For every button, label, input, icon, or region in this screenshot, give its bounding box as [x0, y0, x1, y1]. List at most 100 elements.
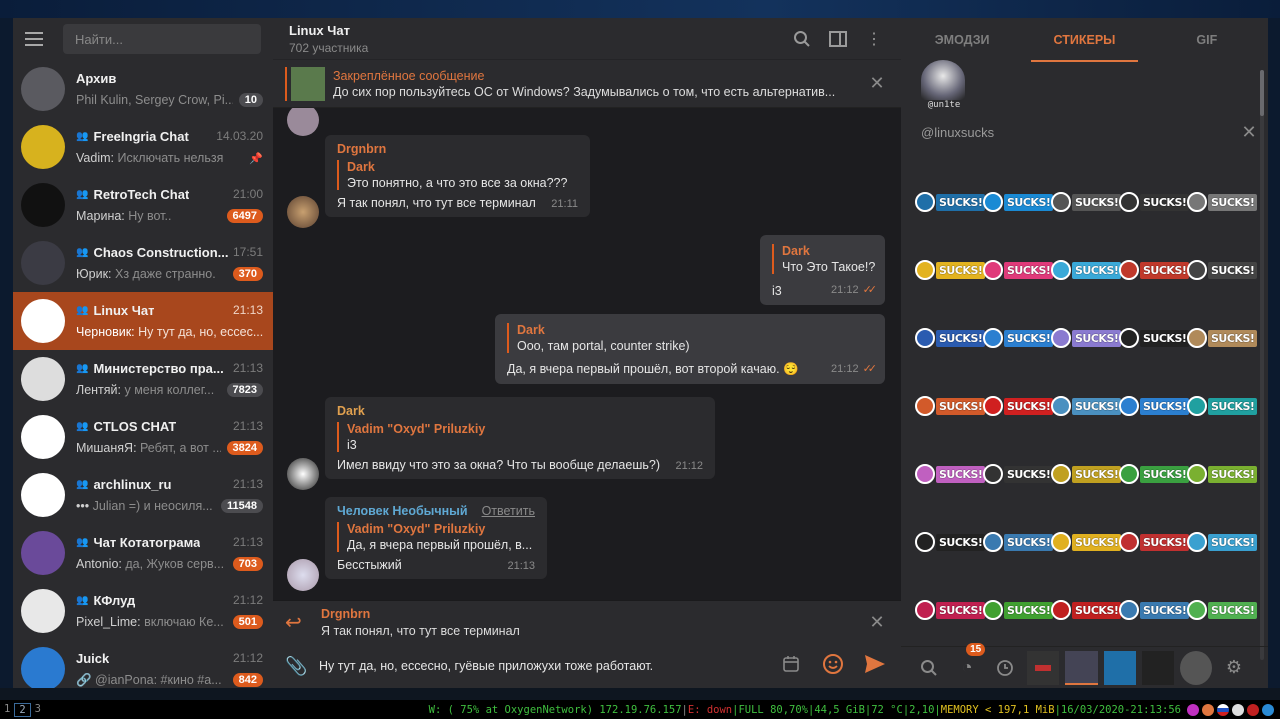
sticker-pack-thumb[interactable]: [1179, 650, 1212, 685]
reply-quote[interactable]: Dark Что Это Такое!?: [772, 244, 875, 274]
avatar[interactable]: [287, 559, 319, 591]
chat-list-item[interactable]: 👥 CTLOS CHAT 21:13 МишаняЯ: Ребят, а вот ..…: [13, 408, 273, 466]
sticker[interactable]: SUCKS!: [1051, 462, 1122, 486]
sticker[interactable]: SUCKS!: [1187, 462, 1258, 486]
chat-list-item[interactable]: 👥 Chaos Construction... 17:51 Юрик: Хз даже…: [13, 234, 273, 292]
message-bubble[interactable]: Dark Что Это Такое!? i3 21:12 ✓✓: [760, 235, 885, 305]
reply-quote[interactable]: Vadim "Oxyd" Priluzkiy i3: [337, 422, 703, 452]
sticker[interactable]: SUCKS!: [1119, 530, 1190, 554]
sticker[interactable]: SUCKS!: [1119, 190, 1190, 214]
sticker[interactable]: SUCKS!: [1187, 190, 1258, 214]
chat-list-item[interactable]: 👥 RetroTech Chat 21:00 Марина: Ну вот.. 6497: [13, 176, 273, 234]
emoji-icon[interactable]: [819, 653, 847, 680]
sticker[interactable]: SUCKS!: [915, 530, 986, 554]
chat-list-item[interactable]: Juick 21:12 🔗 @ianPona: #кино #a... 842: [13, 640, 273, 688]
sticker[interactable]: SUCKS!: [1051, 190, 1122, 214]
chat-list-item[interactable]: 👥 Министерство пра... 21:13 Лентяй: у меня …: [13, 350, 273, 408]
message-bubble[interactable]: Drgnbrn Dark Это понятно, а что это все …: [325, 135, 590, 217]
sticker[interactable]: SUCKS!: [915, 598, 986, 622]
sticker[interactable]: SUCKS!: [915, 394, 986, 418]
chat-title-block[interactable]: Linux Чат 702 участника: [289, 23, 777, 55]
tray-app-icon[interactable]: [1202, 703, 1214, 716]
avatar[interactable]: [287, 108, 319, 136]
sticker-pack-thumb[interactable]: [1141, 650, 1174, 685]
avatar[interactable]: [287, 196, 319, 228]
avatar[interactable]: [287, 458, 319, 490]
sticker[interactable]: @un1te: [921, 60, 967, 110]
sticker[interactable]: SUCKS!: [1187, 326, 1258, 350]
recent-stickers-icon[interactable]: [989, 651, 1021, 685]
message-sender[interactable]: Drgnbrn: [337, 142, 578, 156]
workspace-button[interactable]: 2: [14, 702, 31, 717]
chat-list-item[interactable]: 👥 Чат Котатограма 21:13 Antonio: да, Жуков …: [13, 524, 273, 582]
sticker[interactable]: SUCKS!: [1119, 598, 1190, 622]
tray-app-icon[interactable]: [1262, 703, 1274, 716]
sticker-scrollbar[interactable]: [1260, 70, 1264, 660]
sticker[interactable]: SUCKS!: [1187, 394, 1258, 418]
chat-list-item[interactable]: 👥 FreeIngria Chat 14.03.20 Vadim: Исключать…: [13, 118, 273, 176]
sticker[interactable]: SUCKS!: [1051, 598, 1122, 622]
search-icon[interactable]: [791, 28, 813, 50]
sticker[interactable]: SUCKS!: [983, 530, 1054, 554]
sticker-pack-thumb[interactable]: [1065, 650, 1098, 685]
sidebar-toggle-icon[interactable]: [827, 28, 849, 50]
chat-list-item[interactable]: 👥 Linux Чат 21:13 Черновик: Ну тут да, но, …: [13, 292, 273, 350]
sticker[interactable]: SUCKS!: [983, 462, 1054, 486]
sticker[interactable]: SUCKS!: [915, 258, 986, 282]
sticker[interactable]: SUCKS!: [1119, 394, 1190, 418]
sticker[interactable]: SUCKS!: [983, 394, 1054, 418]
send-icon[interactable]: [861, 654, 889, 679]
tray-app-icon[interactable]: [1187, 703, 1199, 716]
chat-list-item[interactable]: 👥 КФлуд 21:12 Pixel_Lime: включаю Ке... 501: [13, 582, 273, 640]
chat-list-item[interactable]: 👥 archlinux_ru 21:13 ••• Julian =) и неосил…: [13, 466, 273, 524]
reply-quote[interactable]: Dark Это понятно, а что это все за окна?…: [337, 160, 578, 190]
sticker[interactable]: SUCKS!: [915, 190, 986, 214]
sticker[interactable]: SUCKS!: [983, 258, 1054, 282]
attach-icon[interactable]: 📎: [285, 656, 319, 677]
chat-list-item[interactable]: Архив Phil Kulin, Sergey Crow, Pi... 10: [13, 60, 273, 118]
reply-quote[interactable]: Vadim "Oxyd" Priluzkiy Да, я вчера первы…: [337, 522, 535, 552]
sticker-pack-thumb[interactable]: [1103, 650, 1136, 685]
sticker-search-icon[interactable]: [913, 651, 945, 685]
reply-preview-bar[interactable]: ↩ Drgnbrn Я так понял, что тут все терми…: [273, 600, 901, 644]
sticker[interactable]: SUCKS!: [1187, 530, 1258, 554]
sticker[interactable]: SUCKS!: [1051, 394, 1122, 418]
sticker[interactable]: SUCKS!: [983, 326, 1054, 350]
menu-icon[interactable]: [25, 27, 49, 51]
keyboard-layout-icon[interactable]: [1217, 703, 1229, 716]
message-sender[interactable]: Человек Необычный: [337, 504, 468, 518]
sticker[interactable]: SUCKS!: [1051, 326, 1122, 350]
message-input[interactable]: Ну тут да, но, ессесно, гуёвые приложухи…: [319, 659, 763, 673]
sticker[interactable]: SUCKS!: [1119, 462, 1190, 486]
cancel-reply-icon[interactable]: ✕: [865, 612, 889, 633]
sticker[interactable]: SUCKS!: [1119, 326, 1190, 350]
message-bubble[interactable]: Dark Ооо, там portal, counter strike) Да…: [495, 314, 885, 384]
search-input[interactable]: Найти...: [63, 24, 261, 54]
sticker[interactable]: SUCKS!: [1051, 530, 1122, 554]
more-options-icon[interactable]: ⋮: [863, 28, 885, 50]
tray-app-icon[interactable]: [1232, 703, 1244, 716]
sticker[interactable]: SUCKS!: [915, 326, 986, 350]
sticker[interactable]: SUCKS!: [915, 462, 986, 486]
remove-pack-icon[interactable]: ✕: [1237, 122, 1261, 143]
close-pinned-icon[interactable]: ✕: [865, 73, 889, 94]
reply-quote[interactable]: Dark Ооо, там portal, counter strike): [507, 323, 873, 353]
trending-stickers-icon[interactable]: ◔ 15: [951, 642, 986, 685]
sticker[interactable]: SUCKS!: [1119, 258, 1190, 282]
workspace-button[interactable]: 1: [0, 703, 14, 717]
tab-stickers[interactable]: СТИКЕРЫ: [1023, 18, 1145, 62]
tray-app-icon[interactable]: [1247, 703, 1259, 716]
tab-emoji[interactable]: ЭМОДЗИ: [901, 18, 1023, 62]
sticker[interactable]: SUCKS!: [1051, 258, 1122, 282]
sticker[interactable]: SUCKS!: [1187, 258, 1258, 282]
message-bubble[interactable]: Человек Необычный Ответить Vadim "Oxyd" P…: [325, 497, 547, 579]
sticker[interactable]: SUCKS!: [983, 190, 1054, 214]
sticker[interactable]: SUCKS!: [983, 598, 1054, 622]
workspace-button[interactable]: 3: [31, 703, 45, 717]
message-bubble[interactable]: Dark Vadim "Oxyd" Priluzkiy i3 Имел ввид…: [325, 397, 715, 479]
pinned-message-bar[interactable]: Закреплённое сообщение До сих пор пользу…: [273, 60, 901, 108]
sticker-pack-thumb[interactable]: [1027, 650, 1060, 685]
tab-gif[interactable]: GIF: [1146, 18, 1268, 62]
sticker[interactable]: SUCKS!: [1187, 598, 1258, 622]
sticker-settings-icon[interactable]: ⚙: [1218, 651, 1250, 685]
